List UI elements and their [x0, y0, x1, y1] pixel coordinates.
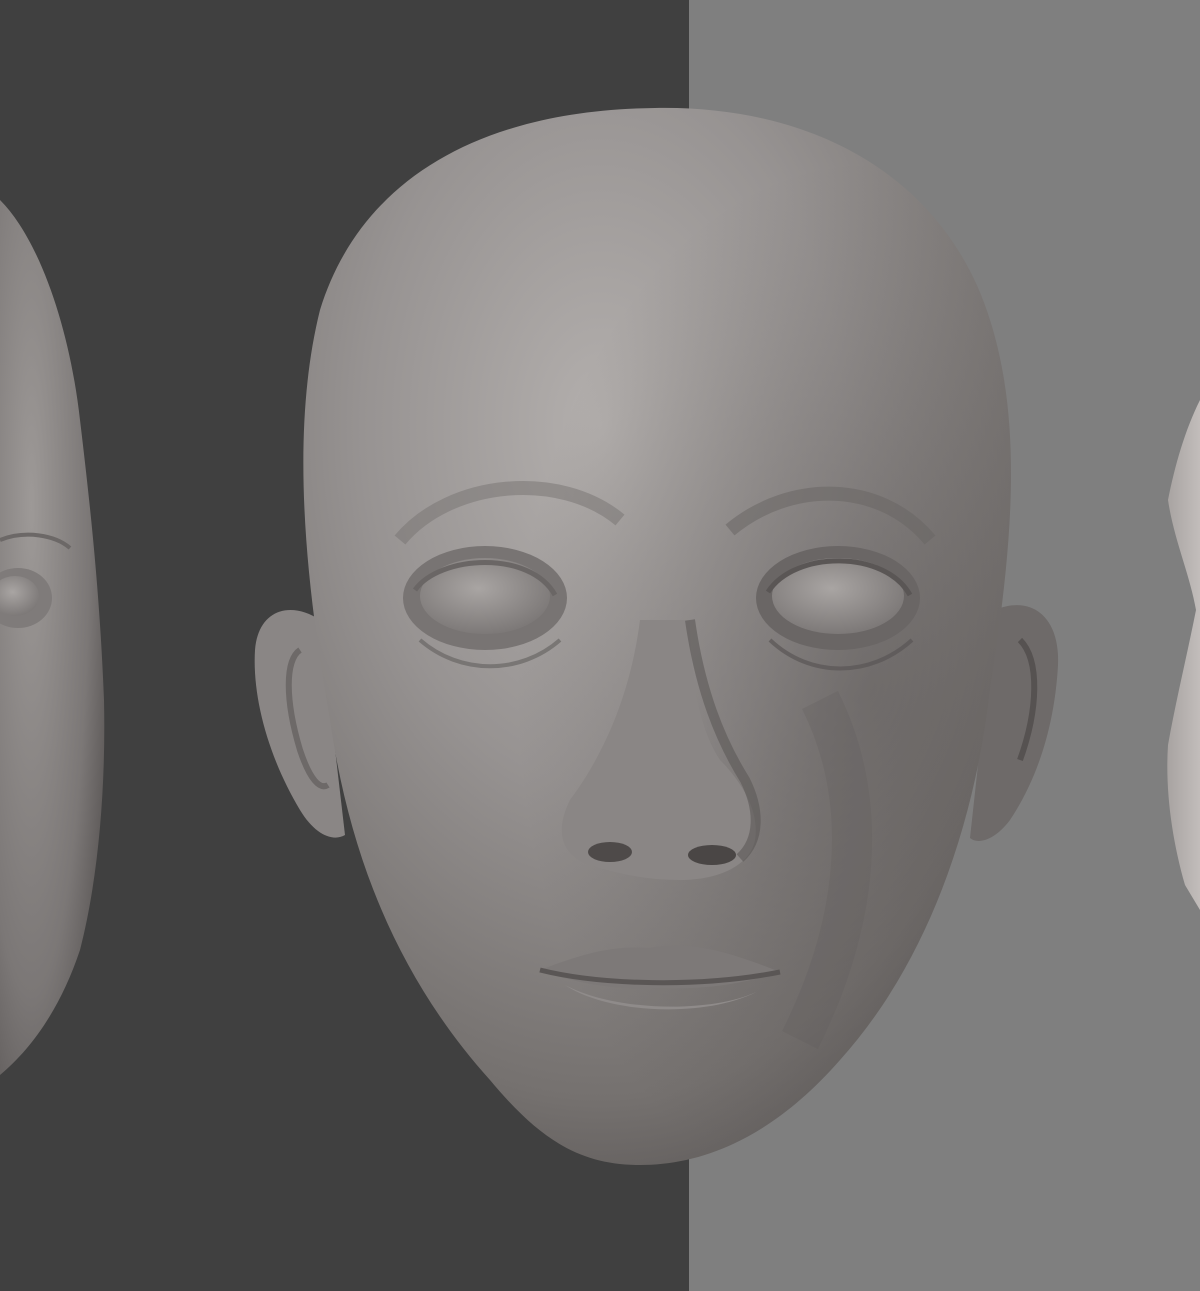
right-nostril [688, 845, 736, 865]
right-head-partial [1167, 400, 1200, 910]
main-head [254, 107, 1059, 1165]
left-nostril [588, 842, 632, 862]
sculpt-render [0, 107, 1200, 1165]
left-head-partial [0, 200, 105, 1075]
